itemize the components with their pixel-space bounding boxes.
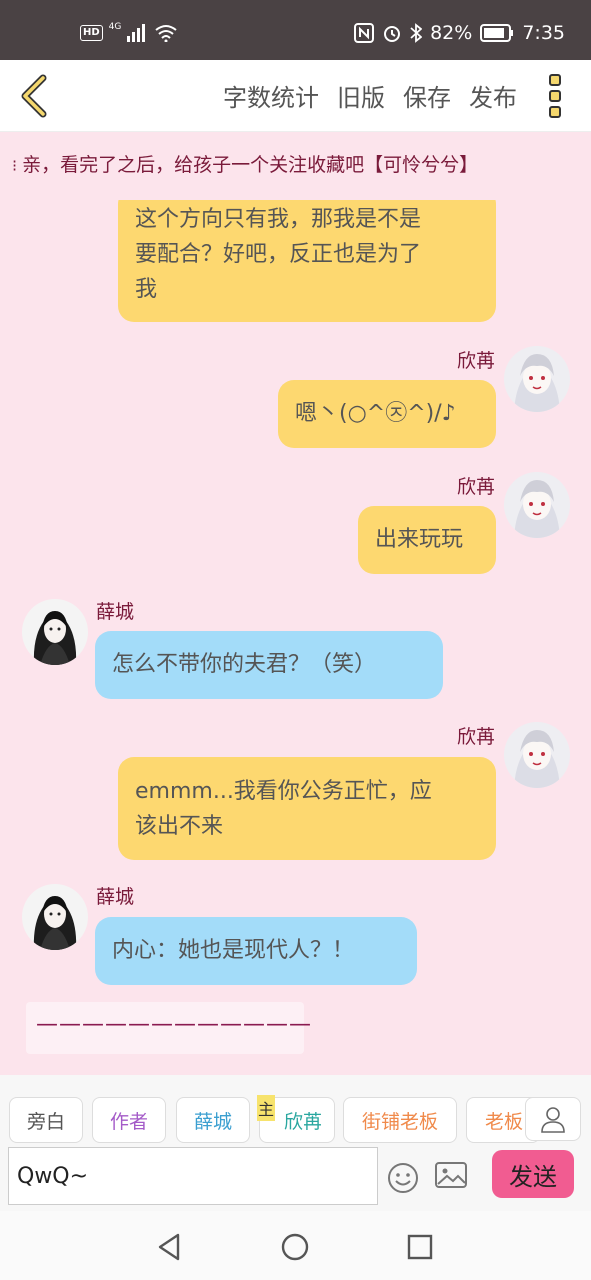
- avatar[interactable]: [22, 884, 88, 950]
- word-count-button[interactable]: 字数统计: [223, 78, 319, 113]
- alarm-icon: [384, 26, 401, 42]
- avatar[interactable]: [504, 472, 570, 538]
- message-text: 怎么不带你的夫君？（笑）: [112, 652, 377, 677]
- message-input[interactable]: [8, 1147, 378, 1205]
- status-bar: HD 4G 82% 7:35: [0, 0, 591, 60]
- square-recents-icon: [407, 1234, 433, 1260]
- role-label: 薛城: [193, 1110, 232, 1133]
- old-version-button[interactable]: 旧版: [337, 78, 385, 113]
- system-nav-bar: [0, 1211, 591, 1280]
- role-author-button[interactable]: 作者: [92, 1097, 166, 1143]
- user-icon: [541, 1107, 565, 1133]
- message-bubble[interactable]: 怎么不带你的夫君？（笑）: [95, 631, 443, 699]
- role-bar: 旁白 作者 薛城 主 欣苒 街铺老板 老板: [0, 1075, 591, 1145]
- speaker-name: 欣苒: [456, 476, 495, 498]
- message-text: 内心：她也是现代人？！: [112, 938, 355, 963]
- bluetooth-icon: [410, 23, 423, 43]
- role-narration-button[interactable]: 旁白: [9, 1097, 83, 1143]
- circle-home-icon: [281, 1233, 309, 1261]
- role-label: 街铺老板: [361, 1110, 438, 1133]
- notice-marquee: ⁝ 亲，看完了之后，给孩子一个关注收藏吧【可怜兮兮】: [12, 150, 583, 184]
- emoji-button[interactable]: [386, 1161, 420, 1195]
- message-bubble[interactable]: 这个方向只有我，那我是不是 要配合？好吧，反正也是为了 我: [118, 200, 496, 322]
- smiley-icon: [388, 1163, 418, 1193]
- back-button[interactable]: [12, 72, 56, 120]
- speaker-name: 欣苒: [456, 726, 495, 748]
- speaker-name: 薛城: [96, 601, 135, 623]
- message-bubble[interactable]: 内心：她也是现代人？！: [95, 917, 417, 985]
- message-line: 要配合？好吧，反正也是为了: [135, 242, 422, 267]
- role-label: 旁白: [26, 1110, 65, 1133]
- avatar[interactable]: [504, 722, 570, 788]
- message-bubble[interactable]: 出来玩玩: [358, 506, 496, 574]
- chevron-left-icon: [21, 74, 47, 118]
- publish-button[interactable]: 发布: [469, 78, 517, 113]
- image-button[interactable]: [434, 1161, 468, 1191]
- separator-text: ————————————: [36, 1012, 312, 1037]
- input-bar: 发送: [0, 1145, 591, 1211]
- message-line: 这个方向只有我，那我是不是: [135, 207, 422, 232]
- avatar-xinran-icon: [504, 346, 570, 412]
- message-bubble[interactable]: 嗯丶(○^㉨^)/♪: [278, 380, 496, 448]
- hd-badge: HD: [80, 25, 103, 41]
- signal-icon: [127, 24, 146, 42]
- message-line: 该出不来: [135, 814, 224, 839]
- add-role-button[interactable]: [525, 1097, 581, 1141]
- speaker-name: 薛城: [96, 886, 135, 908]
- role-label: 欣苒: [283, 1110, 322, 1133]
- menu-dot: [549, 90, 561, 102]
- menu-dot: [549, 74, 561, 86]
- message-text: 出来玩玩: [375, 527, 464, 552]
- role-label: 老板: [485, 1110, 524, 1133]
- save-button[interactable]: 保存: [403, 78, 451, 113]
- send-button[interactable]: 发送: [492, 1150, 574, 1198]
- menu-dot: [549, 106, 561, 118]
- avatar-xinran-icon: [504, 472, 570, 538]
- nav-back-button[interactable]: [154, 1231, 186, 1263]
- speaker-name: 欣苒: [456, 350, 495, 372]
- toolbar: 字数统计 旧版 保存 发布: [0, 60, 591, 132]
- triangle-back-icon: [158, 1233, 180, 1261]
- nfc-icon: [354, 23, 375, 43]
- more-menu-button[interactable]: [541, 72, 569, 120]
- role-shop-owner-button[interactable]: 街铺老板: [343, 1097, 457, 1143]
- clock: 7:35: [522, 22, 565, 44]
- separator-block[interactable]: ————————————: [26, 1002, 311, 1054]
- avatar-xuecheng-icon: [22, 599, 88, 665]
- toolbar-actions: 字数统计 旧版 保存 发布: [223, 78, 517, 113]
- message-bubble[interactable]: emmm...我看你公务正忙，应 该出不来: [118, 757, 496, 860]
- status-left: HD 4G: [80, 22, 177, 42]
- image-icon: [435, 1162, 467, 1188]
- battery-percent: 82%: [430, 22, 473, 44]
- role-label: 作者: [109, 1110, 148, 1133]
- notice-marker: ⁝: [12, 156, 23, 175]
- battery-icon: [480, 24, 514, 42]
- message-line: 我: [135, 277, 158, 302]
- message-line: emmm...我看你公务正忙，应: [135, 779, 432, 804]
- network-type: 4G: [108, 22, 122, 32]
- avatar-xuecheng-icon: [22, 884, 88, 950]
- wifi-icon: [155, 25, 177, 42]
- notice-text: 亲，看完了之后，给孩子一个关注收藏吧【可怜兮兮】: [22, 154, 479, 176]
- send-label: 发送: [509, 1162, 557, 1191]
- main-role-tag: 主: [257, 1095, 275, 1121]
- avatar-xinran-icon: [504, 722, 570, 788]
- chat-area[interactable]: 这个方向只有我，那我是不是 要配合？好吧，反正也是为了 我 欣苒 嗯丶(○^㉨^…: [0, 200, 591, 1075]
- message-text: 嗯丶(○^㉨^)/♪: [295, 401, 456, 426]
- status-right: 82% 7:35: [354, 22, 565, 44]
- avatar[interactable]: [504, 346, 570, 412]
- nav-recents-button[interactable]: [404, 1231, 436, 1263]
- role-xuecheng-button[interactable]: 薛城: [176, 1097, 250, 1143]
- nav-home-button[interactable]: [279, 1231, 311, 1263]
- avatar[interactable]: [22, 599, 88, 665]
